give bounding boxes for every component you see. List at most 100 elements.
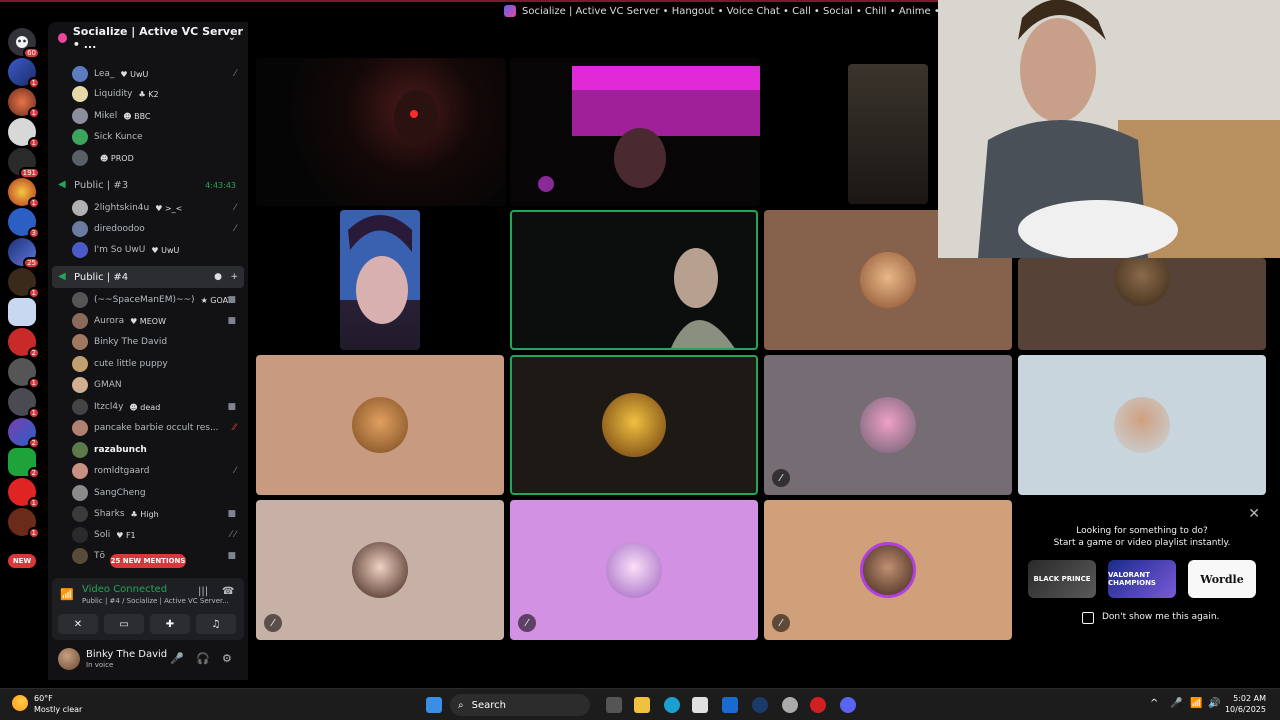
voice-member[interactable]: pancake barbie occult res... ⁄⁄ bbox=[72, 418, 244, 438]
server-icon[interactable]: 2 bbox=[8, 448, 40, 479]
voice-member[interactable]: razabunch bbox=[72, 440, 244, 460]
video-tile[interactable] bbox=[510, 58, 760, 206]
video-tile[interactable] bbox=[340, 210, 420, 350]
avatar bbox=[1114, 258, 1170, 306]
video-tile[interactable]: ⁄ bbox=[256, 500, 504, 640]
gear-icon[interactable]: ⚙ bbox=[222, 652, 232, 665]
windows-start-icon[interactable] bbox=[426, 697, 442, 713]
video-tile[interactable]: ⁄ bbox=[510, 500, 758, 640]
screen-share-button[interactable]: ▭ bbox=[104, 614, 144, 634]
video-tile[interactable] bbox=[848, 64, 928, 204]
server-icon[interactable]: 191 bbox=[8, 148, 40, 179]
chevron-up-icon[interactable]: ^ bbox=[1150, 698, 1158, 709]
video-tile[interactable] bbox=[256, 58, 506, 206]
voice-member[interactable]: 2lightskin4u ♥ >_< ⁄ bbox=[72, 198, 244, 218]
activity-card-black-prince[interactable]: BLACK PRINCE bbox=[1028, 560, 1096, 598]
app-icon[interactable] bbox=[722, 697, 738, 713]
voice-member[interactable]: Sharks ♣ High ■ bbox=[72, 504, 244, 524]
voice-member[interactable]: SangCheng bbox=[72, 483, 244, 503]
add-user-icon[interactable]: + bbox=[230, 272, 238, 282]
clock-time[interactable]: 5:02 AM bbox=[1206, 694, 1266, 703]
member-tag: ♥ MEOW bbox=[130, 316, 166, 326]
server-icon[interactable]: 1 bbox=[8, 508, 40, 539]
activity-card-valorant[interactable]: VALORANT CHAMPIONS bbox=[1108, 560, 1176, 598]
server-icon[interactable]: 1 bbox=[8, 358, 40, 389]
headphones-icon[interactable]: 🎧 bbox=[196, 652, 210, 665]
wifi-icon[interactable]: 📶 bbox=[1190, 698, 1202, 709]
voice-member[interactable]: ☻ PROD bbox=[72, 148, 244, 168]
new-badge[interactable]: NEW bbox=[8, 554, 36, 568]
task-view-icon[interactable] bbox=[606, 697, 622, 713]
server-icon[interactable]: 1 bbox=[8, 118, 40, 149]
server-icon[interactable]: 1 bbox=[8, 478, 40, 509]
voice-member[interactable]: Mikel ☻ BBC bbox=[72, 106, 244, 126]
server-icon-socialize[interactable]: 1 bbox=[8, 58, 40, 89]
voice-member[interactable]: GMAN bbox=[72, 375, 244, 395]
video-tile[interactable]: ⁄ bbox=[764, 355, 1012, 495]
clock-date[interactable]: 10/6/2025 bbox=[1206, 705, 1266, 714]
voice-status[interactable]: Video Connected bbox=[82, 584, 167, 595]
server-icon[interactable]: 2 bbox=[8, 328, 40, 359]
search-icon: ⌕ bbox=[458, 699, 464, 711]
taskbar-search[interactable]: ⌕ Search bbox=[450, 694, 590, 716]
voice-channel-public-4[interactable]: ◀ Public | #4 ● + bbox=[52, 266, 244, 288]
app-icon[interactable] bbox=[782, 697, 798, 713]
video-tile-speaking[interactable] bbox=[510, 355, 758, 495]
voice-member[interactable]: romldtgaard ⁄ bbox=[72, 461, 244, 481]
server-header[interactable]: Socialize | Active VC Server • ... ⌄ bbox=[48, 25, 248, 51]
close-icon[interactable]: ✕ bbox=[1248, 506, 1260, 522]
video-tile[interactable] bbox=[1018, 258, 1266, 350]
voice-channel-public-3[interactable]: ◀ Public | #3 4:43:43 bbox=[52, 174, 244, 196]
voice-member[interactable]: diredoodoo ⁄ bbox=[72, 219, 244, 239]
new-mentions-pill[interactable]: 25 NEW MENTIONS bbox=[110, 554, 186, 568]
camera-off-button[interactable]: ✕ bbox=[58, 614, 98, 634]
server-icon[interactable]: 1 bbox=[8, 268, 40, 299]
discord-icon[interactable] bbox=[840, 697, 856, 713]
video-tile[interactable] bbox=[256, 355, 504, 495]
file-explorer-icon[interactable] bbox=[634, 697, 650, 713]
soundboard-button[interactable]: ♫ bbox=[196, 614, 236, 634]
voice-member[interactable]: Itzcl4y ☻ dead ■ bbox=[72, 397, 244, 417]
video-tile-speaking[interactable] bbox=[510, 210, 758, 350]
noise-suppression-icon[interactable]: ||| bbox=[198, 586, 208, 597]
deafened-icon: ⁄ bbox=[234, 224, 236, 234]
server-icon[interactable]: 1 bbox=[8, 88, 40, 119]
server-icon[interactable]: 1 bbox=[8, 178, 40, 209]
video-tile[interactable] bbox=[1018, 355, 1266, 495]
server-icon[interactable]: 2 bbox=[8, 418, 40, 449]
video-tile[interactable]: ⁄ bbox=[764, 500, 1012, 640]
username[interactable]: Binky The David bbox=[86, 649, 167, 660]
channel-name: Public | #3 bbox=[74, 179, 129, 191]
steam-icon[interactable] bbox=[752, 697, 768, 713]
server-icon[interactable] bbox=[8, 298, 36, 326]
microphone-icon[interactable]: 🎤 bbox=[1170, 698, 1182, 709]
edge-icon[interactable] bbox=[664, 697, 680, 713]
weather-icon[interactable] bbox=[12, 695, 28, 711]
voice-member[interactable]: Lea_ ♥ UwU ⁄ bbox=[72, 64, 244, 84]
voice-member[interactable]: I'm So UwU ♥ UwU bbox=[72, 240, 244, 260]
server-icon[interactable]: 1 bbox=[8, 388, 40, 419]
microphone-icon[interactable]: 🎤 bbox=[170, 652, 184, 665]
weather-temp[interactable]: 60°F bbox=[34, 694, 53, 703]
voice-member[interactable]: cute little puppy bbox=[72, 354, 244, 374]
direct-messages-icon[interactable]: 60 bbox=[8, 28, 40, 59]
member-tag: ♥ >_< bbox=[155, 203, 183, 213]
server-icon[interactable]: 3 bbox=[8, 208, 40, 239]
voice-member[interactable]: (~~SpaceManEM)~~) ★ GOAT ■ bbox=[72, 290, 244, 310]
activities-button[interactable]: ✚ bbox=[150, 614, 190, 634]
server-icon[interactable]: 25 bbox=[8, 238, 40, 269]
activity-card-wordle[interactable]: Wordle bbox=[1188, 560, 1256, 598]
voice-location[interactable]: Public | #4 / Socialize | Active VC Serv… bbox=[82, 597, 229, 605]
voice-member[interactable]: Sick Kunce bbox=[72, 127, 244, 147]
opera-icon[interactable] bbox=[810, 697, 826, 713]
voice-member[interactable]: Soli ♥ F1 ⁄ ⁄ bbox=[72, 525, 244, 545]
chat-icon[interactable]: ● bbox=[214, 272, 222, 282]
weather-desc[interactable]: Mostly clear bbox=[34, 705, 82, 714]
disconnect-icon[interactable]: ☎ bbox=[222, 586, 234, 597]
voice-member[interactable]: Binky The David bbox=[72, 332, 244, 352]
app-icon[interactable] bbox=[692, 697, 708, 713]
voice-member[interactable]: Liquidity ♣ K2 bbox=[72, 84, 244, 104]
voice-member[interactable]: Aurora ♥ MEOW ■ bbox=[72, 311, 244, 331]
dont-show-checkbox[interactable] bbox=[1082, 612, 1094, 624]
avatar[interactable] bbox=[58, 648, 80, 670]
